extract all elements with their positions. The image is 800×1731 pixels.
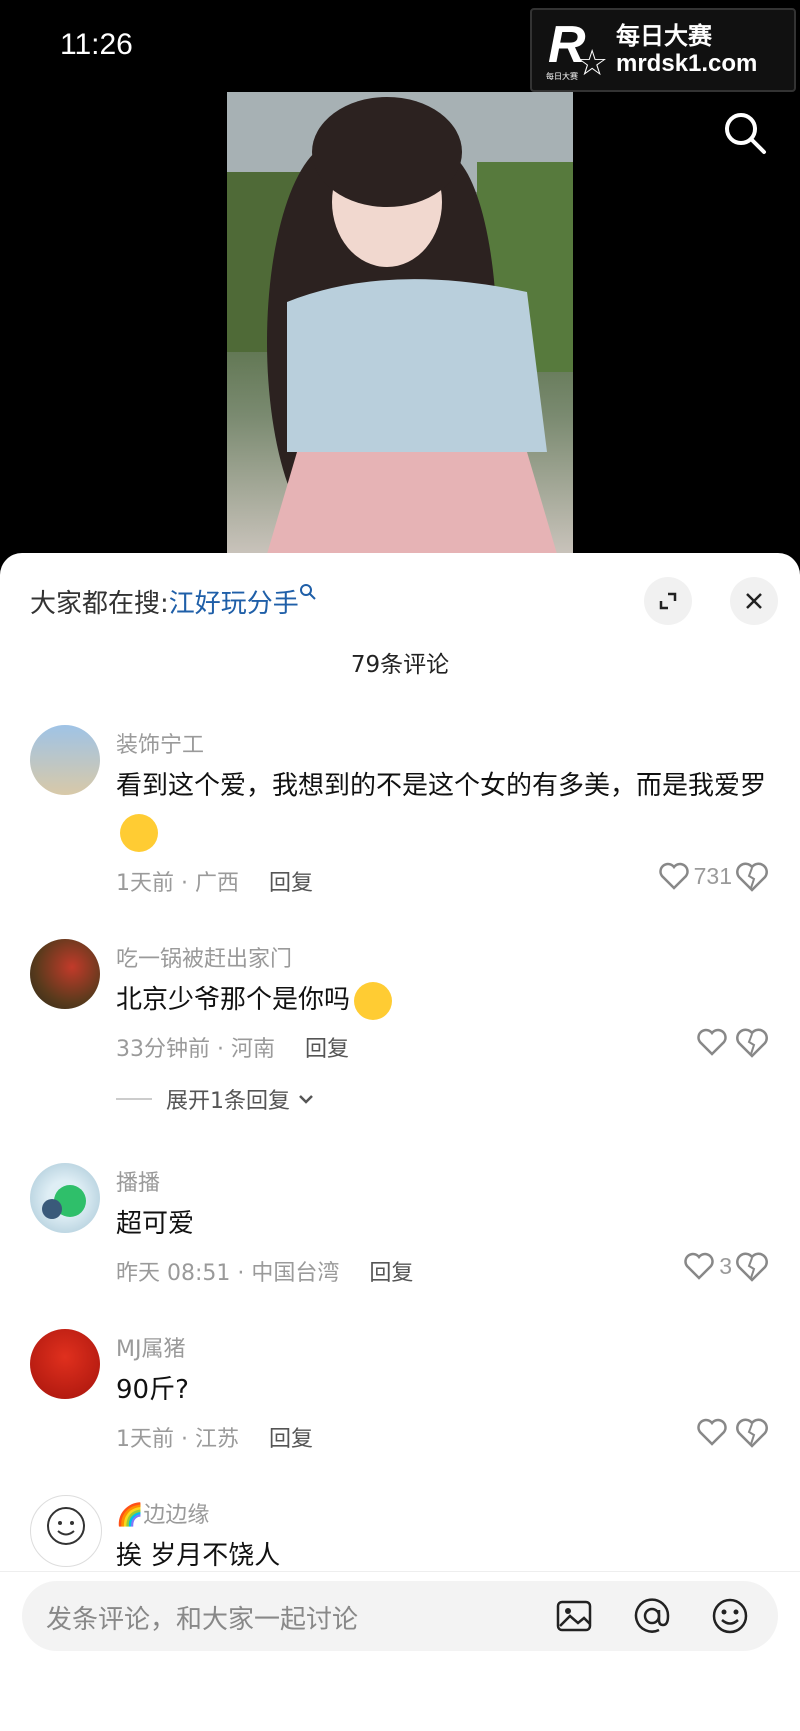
divider bbox=[0, 1571, 800, 1572]
reply-button[interactable]: 回复 bbox=[269, 1427, 313, 1452]
image-icon[interactable] bbox=[554, 1596, 594, 1636]
heart-icon bbox=[697, 1418, 727, 1446]
heart-icon bbox=[658, 862, 689, 890]
trending-label: 大家都在搜: bbox=[30, 589, 169, 619]
comment-username[interactable]: MJ属猪 bbox=[116, 1331, 185, 1363]
like-button[interactable]: 3 bbox=[612, 1251, 732, 1281]
search-icon[interactable] bbox=[722, 110, 768, 156]
laughing-emoji-icon bbox=[120, 813, 158, 852]
trending-search[interactable]: 大家都在搜:江好玩分手 bbox=[30, 583, 317, 620]
like-button[interactable] bbox=[612, 1417, 732, 1447]
surprised-emoji-icon bbox=[354, 981, 393, 1020]
small-search-icon bbox=[299, 584, 316, 600]
comment-text: 90斤? bbox=[116, 1375, 189, 1405]
close-button[interactable] bbox=[730, 577, 778, 625]
avatar[interactable] bbox=[30, 1329, 100, 1399]
comment-meta: 1天前 · 广西 回复 bbox=[116, 871, 313, 896]
comment-username[interactable]: 吃一锅被赶出家门 bbox=[116, 941, 292, 973]
avatar[interactable] bbox=[30, 1163, 100, 1233]
comment-text: 挨 岁月不饶人 bbox=[116, 1541, 281, 1571]
avatar[interactable] bbox=[30, 939, 100, 1009]
expand-icon bbox=[659, 592, 677, 610]
comment-username[interactable]: 🌈边边缘 bbox=[116, 1497, 209, 1529]
trending-keyword[interactable]: 江好玩分手 bbox=[169, 589, 299, 619]
comment-text: 北京少爷那个是你吗 bbox=[116, 977, 776, 1023]
like-button[interactable]: 731 bbox=[612, 861, 732, 891]
comment-input[interactable]: 发条评论，和大家一起讨论 bbox=[22, 1581, 778, 1651]
comment-text: 看到这个爱，我想到的不是这个女的有多美，而是我爱罗 bbox=[116, 763, 776, 855]
broken-heart-icon[interactable] bbox=[734, 1415, 770, 1451]
emoji-icon[interactable] bbox=[710, 1596, 750, 1636]
comments-sheet: 大家都在搜:江好玩分手 79条评论 装饰宁工 看到这个爱，我想到的不是这个女的有… bbox=[0, 553, 800, 1731]
broken-heart-icon[interactable] bbox=[734, 859, 770, 895]
heart-icon bbox=[684, 1252, 714, 1280]
broken-heart-icon[interactable] bbox=[734, 1249, 770, 1285]
comment-meta: 1天前 · 江苏 回复 bbox=[116, 1427, 313, 1452]
watermark-r-star-icon: R ☆ 每日大赛 bbox=[546, 16, 609, 84]
expand-replies-button[interactable]: 展开1条回复 bbox=[116, 1083, 316, 1115]
avatar[interactable] bbox=[30, 725, 100, 795]
comment-input-placeholder: 发条评论，和大家一起讨论 bbox=[46, 1605, 359, 1635]
close-icon bbox=[746, 593, 762, 609]
comment-meta: 33分钟前 · 河南 回复 bbox=[116, 1037, 349, 1062]
comment-count: 79条评论 bbox=[350, 652, 450, 678]
watermark-url: mrdsk1.com bbox=[616, 50, 758, 77]
comment-username[interactable]: 装饰宁工 bbox=[116, 727, 204, 759]
like-count: 731 bbox=[693, 862, 732, 889]
watermark-title: 每日大赛 bbox=[616, 22, 712, 50]
comment-text: 超可爱 bbox=[116, 1209, 195, 1239]
comment-username[interactable]: 播播 bbox=[116, 1165, 160, 1197]
chevron-down-icon bbox=[299, 1095, 313, 1104]
reply-button[interactable]: 回复 bbox=[305, 1037, 349, 1062]
video-frame[interactable] bbox=[227, 92, 573, 554]
like-count: 3 bbox=[719, 1252, 732, 1279]
broken-heart-icon[interactable] bbox=[734, 1025, 770, 1061]
like-button[interactable] bbox=[612, 1027, 732, 1057]
watermark-logo: R ☆ 每日大赛 每日大赛 mrdsk1.com bbox=[530, 8, 796, 92]
avatar[interactable] bbox=[30, 1495, 102, 1567]
reply-button[interactable]: 回复 bbox=[269, 871, 313, 896]
status-time: 11:26 bbox=[60, 28, 133, 61]
expand-fullscreen-button[interactable] bbox=[644, 577, 692, 625]
comment-meta: 昨天 08:51 · 中国台湾 回复 bbox=[116, 1261, 414, 1286]
video-photo bbox=[227, 92, 573, 554]
reply-button[interactable]: 回复 bbox=[369, 1261, 413, 1286]
heart-icon bbox=[697, 1028, 727, 1056]
mention-icon[interactable] bbox=[632, 1596, 672, 1636]
